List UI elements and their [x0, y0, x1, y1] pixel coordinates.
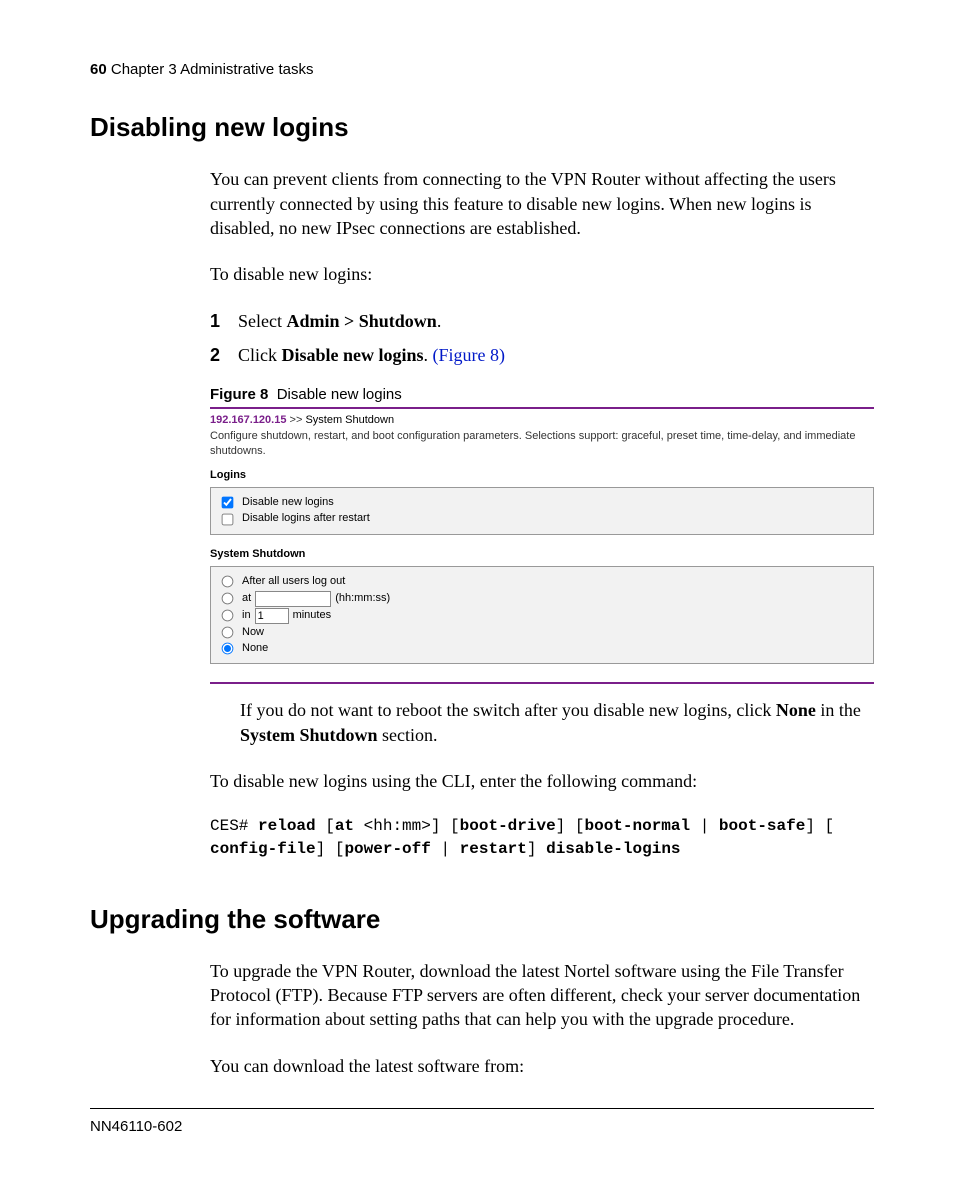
breadcrumb-sep: >> [290, 414, 303, 426]
figure-8: 192.167.120.15 >> System Shutdown Config… [210, 407, 874, 684]
breadcrumb-page: System Shutdown [305, 414, 394, 426]
shutdown-section-label: System Shutdown [210, 547, 874, 562]
heading-upgrading-software: Upgrading the software [90, 902, 874, 937]
intro-paragraph: You can prevent clients from connecting … [210, 167, 874, 240]
disable-new-logins-checkbox[interactable] [222, 497, 234, 509]
figure-link[interactable]: (Figure 8) [433, 345, 505, 365]
heading-disabling-new-logins: Disabling new logins [90, 110, 874, 145]
at-suffix: (hh:mm:ss) [335, 591, 390, 606]
step-bold: Admin > Shutdown [286, 311, 436, 331]
note-mid: in the [816, 700, 861, 720]
cli-at: at [335, 817, 354, 835]
footer-doc-id: NN46110-602 [90, 1117, 874, 1137]
in-suffix: minutes [293, 608, 332, 623]
cli-pipe2: | [431, 840, 460, 858]
disable-new-logins-row: Disable new logins [221, 495, 863, 510]
cli-rb2: ] [ [805, 817, 834, 835]
radio-in-row: in minutes [221, 608, 863, 624]
radio-now-row: Now [221, 625, 863, 640]
step-text: Select Admin > Shutdown. [238, 309, 441, 333]
download-paragraph: You can download the latest software fro… [210, 1054, 874, 1078]
cli-lb1: [ [316, 817, 335, 835]
chapter-title: Chapter 3 Administrative tasks [111, 61, 314, 78]
step-number: 2 [210, 343, 238, 367]
cli-boot-safe: boot-safe [719, 817, 805, 835]
figure-label: Figure 8 [210, 386, 268, 403]
figure-caption: Figure 8 Disable new logins [210, 385, 874, 405]
note-block: If you do not want to reboot the switch … [240, 698, 874, 747]
cli-boot-drive: boot-drive [460, 817, 556, 835]
figure-title: Disable new logins [277, 386, 402, 403]
cli-rb4: ] [527, 840, 546, 858]
shutdown-panel: After all users log out at (hh:mm:ss) in… [210, 566, 874, 664]
cli-pipe1: | [690, 817, 719, 835]
radio-after-label: After all users log out [242, 574, 345, 589]
note-pre: If you do not want to reboot the switch … [240, 700, 776, 720]
radio-at-row: at (hh:mm:ss) [221, 591, 863, 607]
radio-at[interactable] [222, 593, 234, 605]
radio-in[interactable] [222, 610, 234, 622]
cli-rb1: ] [ [556, 817, 585, 835]
steps-list: 1 Select Admin > Shutdown. 2 Click Disab… [210, 309, 874, 368]
step-2: 2 Click Disable new logins. (Figure 8) [210, 343, 874, 367]
cli-config-file: config-file [210, 840, 316, 858]
radio-none-row: None [221, 641, 863, 656]
cli-restart: restart [460, 840, 527, 858]
step-bold: Disable new logins [282, 345, 424, 365]
radio-after-users-logout[interactable] [222, 576, 234, 588]
disable-after-restart-label: Disable logins after restart [242, 511, 370, 526]
step-text: Click Disable new logins. (Figure 8) [238, 343, 505, 367]
figure-description: Configure shutdown, restart, and boot co… [210, 429, 874, 460]
footer-rule [90, 1108, 874, 1109]
note-bold-section: System Shutdown [240, 725, 378, 745]
to-disable-paragraph: To disable new logins: [210, 262, 874, 286]
note-bold-none: None [776, 700, 816, 720]
cli-intro: To disable new logins using the CLI, ent… [210, 769, 874, 793]
step-pre: Select [238, 311, 286, 331]
in-minutes-input[interactable] [255, 608, 289, 624]
step-number: 1 [210, 309, 238, 333]
radio-none-label: None [242, 641, 268, 656]
radio-in-label: in [242, 608, 251, 623]
note-post: section. [378, 725, 438, 745]
radio-after-row: After all users log out [221, 574, 863, 589]
cli-rb3: ] [ [316, 840, 345, 858]
upgrade-paragraph: To upgrade the VPN Router, download the … [210, 959, 874, 1032]
breadcrumb-ip[interactable]: 192.167.120.15 [210, 414, 286, 426]
logins-section-label: Logins [210, 468, 874, 483]
step-1: 1 Select Admin > Shutdown. [210, 309, 874, 333]
cli-athh: <hh:mm>] [ [354, 817, 460, 835]
cli-boot-normal: boot-normal [584, 817, 690, 835]
radio-now[interactable] [222, 626, 234, 638]
at-time-input[interactable] [255, 591, 331, 607]
disable-after-restart-checkbox[interactable] [222, 513, 234, 525]
step-pre: Click [238, 345, 282, 365]
step-post: . [437, 311, 442, 331]
cli-command: CES# reload [at <hh:mm>] [boot-drive] [b… [210, 815, 874, 861]
breadcrumb: 192.167.120.15 >> System Shutdown [210, 413, 874, 428]
radio-none[interactable] [222, 643, 234, 655]
disable-after-restart-row: Disable logins after restart [221, 511, 863, 526]
page-header: 60 Chapter 3 Administrative tasks [90, 60, 874, 80]
cli-prompt: CES# [210, 817, 258, 835]
logins-panel: Disable new logins Disable logins after … [210, 487, 874, 535]
page-number: 60 [90, 61, 107, 78]
disable-new-logins-label: Disable new logins [242, 495, 334, 510]
step-post: . [424, 345, 433, 365]
radio-now-label: Now [242, 625, 264, 640]
cli-reload: reload [258, 817, 316, 835]
radio-at-label: at [242, 591, 251, 606]
cli-disable-logins: disable-logins [546, 840, 680, 858]
cli-power-off: power-off [344, 840, 430, 858]
